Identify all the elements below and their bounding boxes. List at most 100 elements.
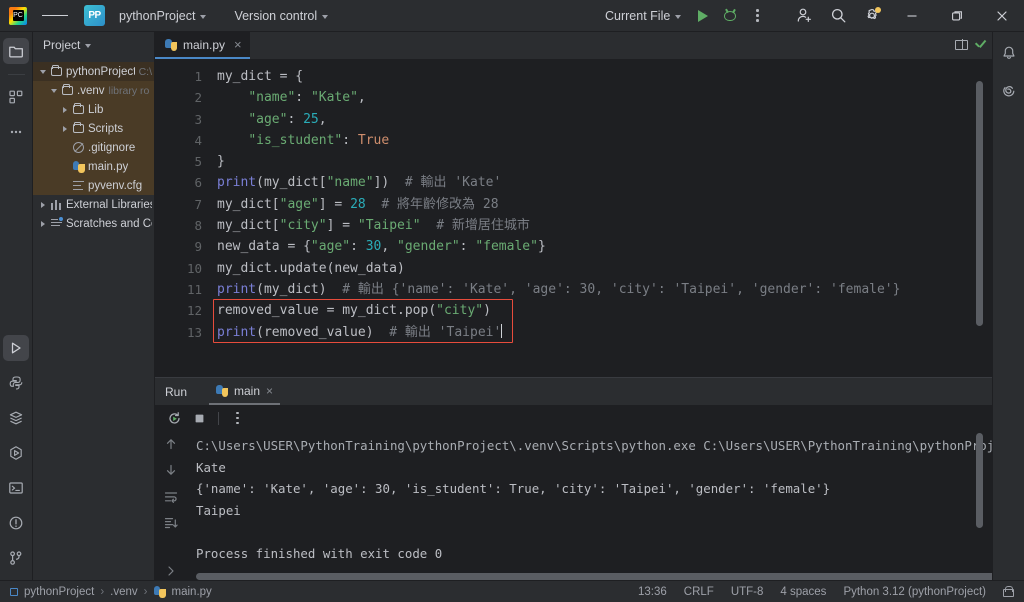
chevron-down-icon[interactable] — [37, 69, 49, 74]
stop-button[interactable] — [189, 408, 210, 429]
more-run-actions-button[interactable] — [745, 4, 769, 28]
next-occurrence-button[interactable] — [161, 461, 180, 479]
sidebar-item-version-control[interactable] — [3, 545, 29, 571]
console-horizontal-scrollbar[interactable] — [196, 573, 992, 580]
code-token: 25 — [303, 111, 319, 127]
python-interpreter[interactable]: Python 3.12 (pythonProject) — [843, 586, 986, 598]
code-line[interactable]: new_data = {"age": 30, "gender": "female… — [213, 236, 962, 257]
notifications-button[interactable] — [996, 40, 1022, 66]
sidebar-item-problems[interactable] — [3, 510, 29, 536]
reader-mode-book-icon[interactable] — [955, 39, 968, 50]
chevron-down-icon[interactable] — [48, 88, 60, 93]
main-body: Project pythonProject C:\ .venv library ro L… — [0, 32, 1024, 580]
project-panel-title: Project — [43, 38, 81, 52]
version-control-label: Version control — [234, 8, 318, 23]
chevron-right-icon[interactable] — [59, 125, 71, 132]
console-vertical-scrollbar[interactable] — [976, 433, 983, 528]
code-token: : — [350, 239, 366, 255]
sidebar-item-project[interactable] — [3, 38, 29, 64]
code-content[interactable]: my_dict = { "name": "Kate", "age": 25, "… — [213, 59, 962, 377]
tree-item-pythonproject[interactable]: pythonProject C:\ — [33, 62, 154, 81]
chevron-right-icon[interactable] — [37, 201, 49, 208]
file-encoding[interactable]: UTF-8 — [731, 586, 764, 598]
code-line[interactable]: print(my_dict) # 輸出 {'name': 'Kate', 'ag… — [213, 279, 962, 300]
settings-button[interactable] — [855, 0, 889, 32]
code-line[interactable]: } — [213, 151, 962, 172]
code-line[interactable]: print(removed_value) # 輸出 'Taipei' — [213, 322, 962, 343]
code-line[interactable]: removed_value = my_dict.pop("city") — [213, 300, 962, 321]
tree-item--venv[interactable]: .venv library ro — [33, 81, 154, 100]
next-occurrence-icon — [166, 465, 175, 476]
left-tool-strip — [0, 32, 33, 580]
tree-item-lib[interactable]: Lib — [33, 100, 154, 119]
code-line[interactable]: my_dict["age"] = 28 # 將年齡修改為 28 — [213, 194, 962, 215]
sidebar-item-run[interactable] — [3, 335, 29, 361]
terminal-icon — [9, 482, 23, 494]
search-everywhere-button[interactable] — [821, 0, 855, 32]
code-line[interactable]: my_dict["city"] = "Taipei" # 新增居住城市 — [213, 215, 962, 236]
status-bar-right: 13:36 CRLF UTF-8 4 spaces Python 3.12 (p… — [638, 586, 1024, 598]
sidebar-item-coverage[interactable] — [3, 440, 29, 466]
tree-item-label: main.py — [88, 160, 129, 173]
version-control-dropdown[interactable]: Version control — [227, 5, 335, 27]
breadcrumb-item[interactable]: main.py — [172, 586, 212, 598]
line-separator[interactable]: CRLF — [684, 586, 714, 598]
run-button[interactable] — [691, 4, 715, 28]
tree-item-scratches-and-con[interactable]: Scratches and Con — [33, 214, 154, 233]
console-output[interactable]: C:\Users\USER\PythonTraining\pythonProje… — [186, 431, 992, 580]
chevron-right-icon[interactable] — [37, 220, 49, 227]
add-account-button[interactable] — [787, 0, 821, 32]
soft-wrap-button[interactable] — [161, 487, 180, 505]
rerun-button[interactable] — [164, 408, 185, 429]
sidebar-item-structure[interactable] — [3, 84, 29, 110]
code-line[interactable]: "name": "Kate", — [213, 87, 962, 108]
tree-item--gitignore[interactable]: .gitignore — [33, 138, 154, 157]
breadcrumb-separator: › — [143, 585, 148, 598]
debug-button[interactable] — [718, 4, 742, 28]
sidebar-item-more-tools[interactable] — [3, 119, 29, 145]
expand-button[interactable] — [161, 562, 180, 580]
close-tab-icon[interactable]: × — [234, 38, 242, 51]
code-line[interactable]: "is_student": True — [213, 130, 962, 151]
title-bar-left: PC PP pythonProject Version control — [0, 0, 335, 31]
project-name-dropdown[interactable]: pythonProject — [112, 5, 213, 27]
tree-item-main-py[interactable]: main.py — [33, 157, 154, 176]
code-line[interactable]: "age": 25, — [213, 109, 962, 130]
chevron-down-icon — [675, 14, 682, 19]
tree-item-external-libraries[interactable]: External Libraries — [33, 195, 154, 214]
close-run-tab-icon[interactable]: × — [266, 384, 273, 398]
line-number-gutter: 1 2 3 4 5 6 7 8 9 10 11 12 13 — [155, 59, 213, 377]
run-tab-main[interactable]: main × — [209, 378, 281, 405]
read-only-lock-icon[interactable] — [1003, 586, 1014, 597]
close-button[interactable] — [979, 0, 1024, 32]
tree-item-pyvenv-cfg[interactable]: pyvenv.cfg — [33, 176, 154, 195]
previous-occurrence-button[interactable] — [161, 435, 180, 453]
code-line[interactable]: my_dict.update(new_data) — [213, 258, 962, 279]
tab-main-py[interactable]: main.py × — [155, 32, 250, 59]
sidebar-item-python-console[interactable] — [3, 370, 29, 396]
config-file-icon — [73, 181, 84, 190]
caret-position[interactable]: 13:36 — [638, 586, 667, 598]
inspections-ok-checkmark-icon[interactable] — [975, 39, 986, 50]
code-line[interactable]: print(my_dict["name"]) # 輸出 'Kate' — [213, 172, 962, 193]
breadcrumb-item[interactable]: .venv — [110, 586, 138, 598]
breadcrumb-separator: › — [100, 585, 105, 598]
editor-vertical-scrollbar[interactable] — [976, 81, 983, 326]
status-bar: pythonProject › .venv › main.py 13:36 CRLF U… — [0, 580, 1024, 602]
tree-item-scripts[interactable]: Scripts — [33, 119, 154, 138]
run-more-actions-button[interactable] — [227, 408, 248, 429]
maximize-button[interactable] — [934, 0, 979, 32]
indent-setting[interactable]: 4 spaces — [780, 586, 826, 598]
code-token: "is_student" — [248, 132, 343, 148]
scroll-to-end-button[interactable] — [161, 514, 180, 532]
ai-assistant-button[interactable] — [996, 78, 1022, 104]
code-line[interactable]: my_dict = { — [213, 66, 962, 87]
run-configuration-selector[interactable]: Current File — [598, 5, 688, 27]
project-panel-header[interactable]: Project — [33, 32, 154, 58]
breadcrumb-item[interactable]: pythonProject — [24, 586, 94, 598]
minimize-button[interactable] — [889, 0, 934, 32]
chevron-right-icon[interactable] — [59, 106, 71, 113]
hamburger-menu-icon[interactable] — [42, 3, 68, 29]
sidebar-item-terminal[interactable] — [3, 475, 29, 501]
sidebar-item-services[interactable] — [3, 405, 29, 431]
